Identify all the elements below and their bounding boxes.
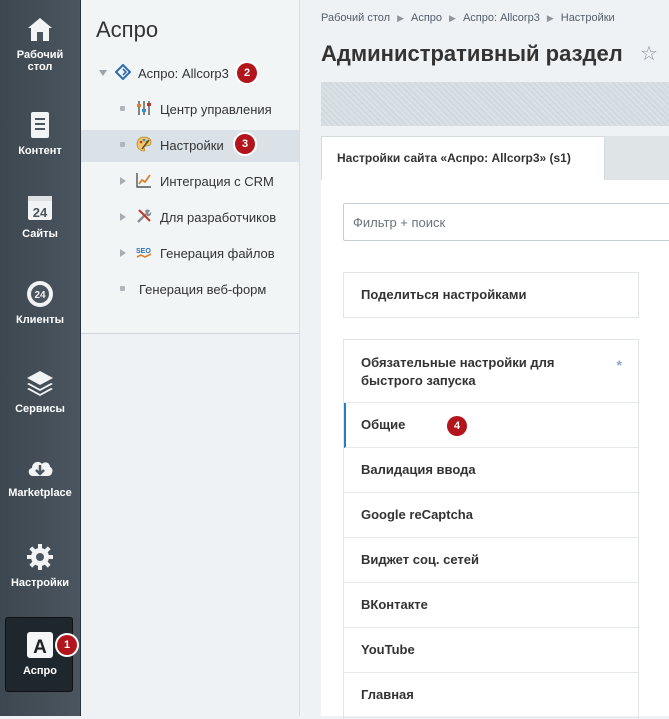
tree-item-label: Центр управления: [160, 102, 272, 118]
sidebar-item-services[interactable]: Сервисы: [0, 368, 80, 415]
tree-item-webform-generation[interactable]: Генерация веб-форм: [139, 281, 266, 297]
menu-item-vkontakte[interactable]: ВКонтакте: [344, 583, 638, 628]
crm-24-icon: 24: [27, 281, 53, 307]
svg-text:24: 24: [34, 290, 46, 301]
navigation-tree-panel: Аспро Аспро: Allcorp3 2 Центр управления…: [81, 0, 300, 716]
tree-title: Аспро: [96, 17, 159, 42]
expand-arrow-icon[interactable]: [120, 249, 126, 257]
home-icon: [28, 18, 52, 41]
expand-arrow-icon[interactable]: [120, 213, 126, 221]
tree-item-file-generation[interactable]: Генерация файлов: [160, 245, 275, 261]
tree-bullet-icon: [120, 142, 125, 147]
required-asterisk-icon: *: [616, 357, 622, 373]
tree-item-crm[interactable]: Интеграция с CRM: [160, 173, 274, 189]
sidebar-item-settings[interactable]: Настройки: [0, 542, 80, 589]
tree-root-item[interactable]: Аспро: Allcorp3: [138, 65, 229, 81]
document-icon: [31, 112, 49, 138]
menu-item-label: Валидация ввода: [361, 462, 476, 477]
menu-item-main-page[interactable]: Главная: [344, 673, 638, 718]
tree-item-label: Для разработчиков: [160, 210, 277, 226]
step-badge-4: 4: [447, 416, 467, 436]
settings-content: Поделиться настройками Обязательные наст…: [321, 180, 669, 719]
menu-item-label: Google reCaptcha: [361, 507, 473, 522]
tree-item-label: Генерация файлов: [160, 246, 275, 262]
sidebar-item-content[interactable]: Контент: [0, 110, 80, 157]
breadcrumb: Рабочий стол ▶ Аспро ▶ Аспро: Allcorp3 ▶ Настр…: [321, 12, 615, 24]
sidebar-label-line2: стол: [27, 61, 53, 73]
sidebar-label: Клиенты: [15, 314, 64, 326]
toolbar-placeholder: [321, 82, 669, 126]
sidebar-item-clients[interactable]: 24 Клиенты: [0, 279, 80, 326]
menu-item-general[interactable]: Общие: [344, 403, 638, 448]
step-badge-2: 2: [237, 63, 257, 83]
svg-text:24: 24: [33, 205, 48, 220]
sidebar-item-sites[interactable]: 24 Сайты: [0, 193, 80, 240]
tree-bullet-icon: [120, 286, 125, 291]
expand-arrow-icon[interactable]: [99, 70, 107, 76]
chart-icon: [136, 173, 151, 188]
tree-bullet-icon: [120, 106, 125, 111]
calendar-24-icon: 24: [28, 196, 52, 220]
favorite-star-icon[interactable]: ☆: [638, 43, 660, 65]
sidebar-label-line1: Рабочий: [16, 49, 64, 61]
breadcrumb-item[interactable]: Настройки: [561, 12, 615, 24]
left-sidebar: Рабочий стол Контент 24 Сайты 24 Клиенты…: [0, 0, 81, 716]
filter-search-input[interactable]: [343, 203, 669, 241]
svg-text:SEO: SEO: [136, 248, 151, 255]
menu-item-label: Общие: [361, 417, 406, 432]
gear-icon: [27, 544, 53, 570]
menu-item-label: Виджет соц. сетей: [361, 552, 479, 567]
breadcrumb-item[interactable]: Рабочий стол: [321, 12, 390, 24]
tree-item-developers[interactable]: Для разработчиков: [160, 209, 276, 225]
main-area: Рабочий стол ▶ Аспро ▶ Аспро: Allcorp3 ▶ Настр…: [300, 0, 669, 719]
tree-item-label: Интеграция с CRM: [160, 174, 274, 190]
menu-item-label: ВКонтакте: [361, 597, 428, 612]
settings-menu: Обязательные настройки для быстрого запу…: [343, 339, 639, 719]
tools-icon: [137, 209, 152, 223]
breadcrumb-separator-icon: ▶: [449, 13, 456, 23]
menu-item-label: Главная: [361, 687, 414, 702]
breadcrumb-item[interactable]: Аспро: [411, 12, 442, 24]
sidebar-label: Сайты: [22, 228, 58, 240]
menu-item-social-widget[interactable]: Виджет соц. сетей: [344, 538, 638, 583]
svg-text:A: A: [33, 637, 47, 658]
seo-icon: SEO: [136, 248, 152, 258]
menu-item-label-line2: быстрого запуска: [361, 373, 476, 388]
aspro-logo-icon: [115, 64, 131, 80]
sidebar-label: Сервисы: [15, 403, 65, 415]
sidebar-item-marketplace[interactable]: Marketplace: [0, 452, 80, 499]
tab-bar: Настройки сайта «Аспро: Allcorp3» (s1): [321, 136, 669, 180]
tab-site-settings[interactable]: Настройки сайта «Аспро: Allcorp3» (s1): [321, 136, 605, 180]
breadcrumb-item[interactable]: Аспро: Allcorp3: [463, 12, 540, 24]
page-title: Административный раздел: [321, 41, 623, 66]
sidebar-label: Marketplace: [8, 487, 72, 499]
breadcrumb-separator-icon: ▶: [546, 13, 554, 23]
expand-arrow-icon[interactable]: [120, 177, 126, 185]
menu-item-recaptcha[interactable]: Google reCaptcha: [344, 493, 638, 538]
step-badge-3: 3: [235, 134, 255, 154]
menu-item-required-settings[interactable]: Обязательные настройки для быстрого запу…: [344, 340, 638, 403]
menu-item-label: YouTube: [361, 642, 415, 657]
menu-item-label-line1: Обязательные настройки для: [361, 355, 555, 370]
palette-icon: [136, 136, 152, 152]
tree-item-label: Генерация веб-форм: [139, 282, 267, 298]
sidebar-label: Контент: [18, 145, 62, 157]
sidebar-label: Настройки: [10, 577, 70, 589]
step-badge-1: 1: [57, 635, 77, 655]
breadcrumb-separator-icon: ▶: [397, 13, 404, 23]
aspro-a-icon: A: [27, 632, 53, 658]
control-sliders-icon: [137, 101, 151, 115]
menu-item-youtube[interactable]: YouTube: [344, 628, 638, 673]
tree-item-control-center[interactable]: Центр управления: [160, 101, 272, 117]
menu-item-input-validation[interactable]: Валидация ввода: [344, 448, 638, 493]
tree-root-label: Аспро: Allcorp3: [138, 66, 229, 82]
sidebar-item-desktop[interactable]: Рабочий стол: [0, 14, 80, 73]
layers-icon: [27, 371, 53, 396]
cloud-download-icon: [28, 461, 53, 476]
tree-item-settings[interactable]: Настройки: [160, 137, 224, 153]
sidebar-label: Аспро: [23, 665, 57, 677]
share-settings-button[interactable]: Поделиться настройками: [343, 272, 639, 318]
tree-item-label: Настройки: [160, 138, 224, 154]
